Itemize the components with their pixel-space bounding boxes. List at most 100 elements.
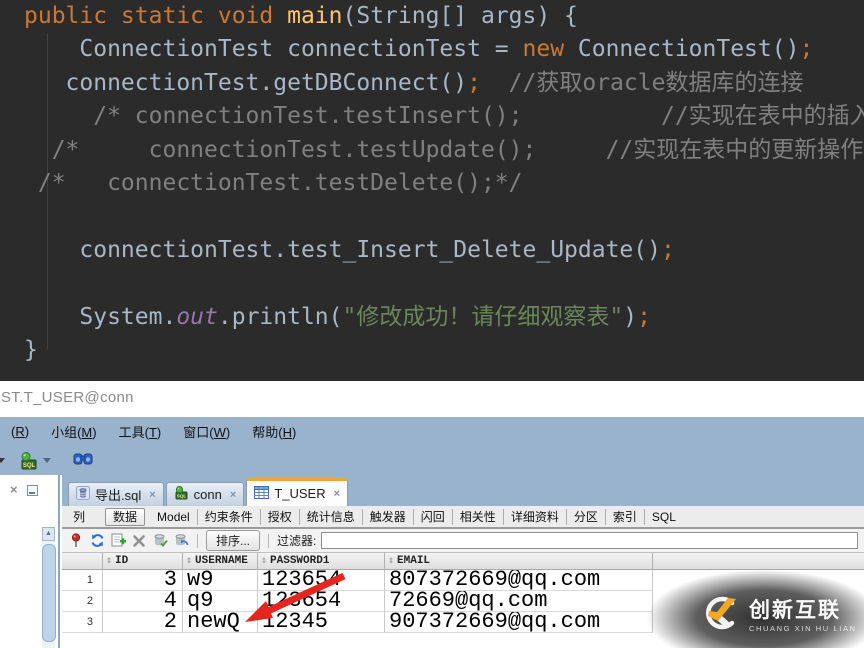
panel-close-icon[interactable]: × [10,483,18,496]
tab-t-user[interactable]: T_USER × [246,478,349,506]
document-area: 导出.sql × SQL conn × T_USER × 列 数据 Model … [62,475,864,648]
code-line: connectionTest.test_Insert_Delete_Update… [24,236,675,263]
data-toolbar: 排序... 过滤器: [62,529,864,552]
sql-connection-icon: SQL [174,485,189,503]
subtab-相关性[interactable]: 相关性 [451,508,503,525]
gutter-header [62,553,103,570]
menu-bar: (R) 小组(M) 工具(T) 窗口(W) 帮助(H) [0,417,864,446]
subtab-约束条件[interactable]: 约束条件 [196,508,260,525]
column-header-email[interactable]: ⇕ EMAIL [385,553,653,570]
delete-row-icon[interactable] [131,533,147,549]
row-number[interactable]: 3 [62,612,103,633]
sort-icon: ⇕ [106,556,113,567]
code-line: /* connectionTest.testDelete();*/ [24,170,523,197]
menu-item[interactable]: 小组(M) [40,422,108,441]
tab-close-icon[interactable]: × [334,488,340,500]
cell-username[interactable]: q9 [183,591,258,612]
view-subtabs: 列数据 Model 约束条件 授权 统计信息 触发器 闪回 相关性 详细资料 分区 索引 SQL [62,506,864,529]
cell-email[interactable]: 807372669@qq.com [385,570,653,591]
sort-icon: ⇕ [388,556,395,567]
code-line: /* connectionTest.testUpdate(); //实现在表中的… [24,136,864,163]
tab-export-sql[interactable]: 导出.sql × [68,482,164,506]
filter-input[interactable] [321,532,858,549]
subtab-列[interactable]: 列 [66,509,92,525]
cell-email[interactable]: 72669@qq.com [385,591,653,612]
subtab-Model[interactable]: Model [150,509,197,525]
tab-label: conn [193,487,222,502]
subtab-统计信息[interactable]: 统计信息 [298,508,362,525]
subtab-分区[interactable]: 分区 [565,508,605,525]
column-header-password1[interactable]: ⇕ PASSWORD1 [258,553,385,570]
subtab-授权[interactable]: 授权 [259,508,299,525]
pin-icon[interactable] [68,533,84,549]
panel-scrollbar[interactable]: ▲ [42,527,56,648]
dropdown-caret-icon[interactable] [0,458,5,463]
cell-email[interactable]: 907372669@qq.com [385,612,653,633]
refresh-icon[interactable] [89,533,105,549]
workspace: × ▲ 导出.sql × SQL conn × T_USER × 列 数据 Mo… [0,475,864,648]
code-line: } [24,337,38,364]
sort-icon: ⇕ [186,556,193,567]
scroll-up-icon[interactable]: ▲ [42,527,55,541]
commit-icon[interactable] [152,533,168,549]
connection-label: ST.T_USER@conn [1,389,134,406]
svg-text:SQL: SQL [176,494,186,499]
grid-header-row: ⇕ ID ⇕ USERNAME ⇕ PASSWORD1 ⇕ EMAIL [62,552,864,570]
subtab-闪回[interactable]: 闪回 [412,508,452,525]
scrollbar-thumb[interactable] [42,544,56,642]
subtab-触发器[interactable]: 触发器 [361,508,413,525]
code-line: /* connectionTest.testInsert(); //实现在表中的… [24,103,864,130]
row-number[interactable]: 2 [62,591,103,612]
menu-item[interactable]: (R) [0,424,40,439]
menu-item[interactable]: 窗口(W) [172,422,241,441]
cell-username[interactable]: w9 [183,570,258,591]
table-row: 1 3 w9 123654 807372669@qq.com [62,570,864,591]
sort-icon: ⇕ [261,556,268,567]
filter-label: 过滤器: [277,534,317,548]
panel-minimize-icon[interactable] [26,484,38,496]
svg-text:SQL: SQL [23,463,36,469]
column-header-username[interactable]: ⇕ USERNAME [183,553,258,570]
tab-conn[interactable]: SQL conn × [165,482,245,506]
cell-password1[interactable]: 12345 [258,612,385,633]
column-header-id[interactable]: ⇕ ID [103,553,183,570]
code-line: ConnectionTest connectionTest = new Conn… [24,36,814,63]
dropdown-caret-icon[interactable] [43,458,51,463]
cell-password1[interactable]: 123654 [258,591,385,612]
grid-rows: 1 3 w9 123654 807372669@qq.com 2 4 q9 12… [62,570,864,633]
menu-item[interactable]: 帮助(H) [241,422,307,441]
subtab-SQL[interactable]: SQL [643,508,683,525]
subtab-数据[interactable]: 数据 [105,507,146,526]
cell-id[interactable]: 3 [103,570,183,591]
code-line: connectionTest.getDBConnect(); //获取oracl… [24,69,804,96]
menu-item[interactable]: 工具(T) [108,422,173,441]
binoculars-icon[interactable] [73,451,93,471]
cell-id[interactable]: 4 [103,591,183,612]
cell-password1[interactable]: 123654 [258,570,385,591]
tab-close-icon[interactable]: × [149,489,155,501]
subtab-详细资料[interactable]: 详细资料 [502,508,566,525]
sql-worksheet-icon[interactable]: SQL [19,451,39,470]
database-export-icon [76,486,90,503]
data-grid: ⇕ ID ⇕ USERNAME ⇕ PASSWORD1 ⇕ EMAIL 1 3 … [62,552,864,648]
tab-close-icon[interactable]: × [230,489,236,501]
screen: public static void main(String[] args) {… [0,0,864,648]
row-number[interactable]: 1 [62,570,103,591]
insert-row-icon[interactable] [110,533,126,549]
code-line: System.out.println("修改成功！请仔细观察表"); [24,303,651,330]
filler-header [653,553,864,570]
connection-titlebar: ST.T_USER@conn [0,381,864,417]
navigator-panel: × ▲ [0,475,60,648]
rollback-icon[interactable] [173,533,189,549]
code-editor[interactable]: public static void main(String[] args) {… [0,0,864,384]
tab-label: 导出.sql [95,488,142,503]
sort-button[interactable]: 排序... [206,530,261,551]
tab-label: T_USER [274,486,326,501]
cell-username[interactable]: newQ [183,612,258,633]
table-row: 2 4 q9 123654 72669@qq.com [62,591,864,612]
subtab-索引[interactable]: 索引 [604,508,644,525]
table-row: 3 2 newQ 12345 907372669@qq.com [62,612,864,633]
cell-id[interactable]: 2 [103,612,183,633]
code-line: public static void main(String[] args) { [24,3,578,29]
